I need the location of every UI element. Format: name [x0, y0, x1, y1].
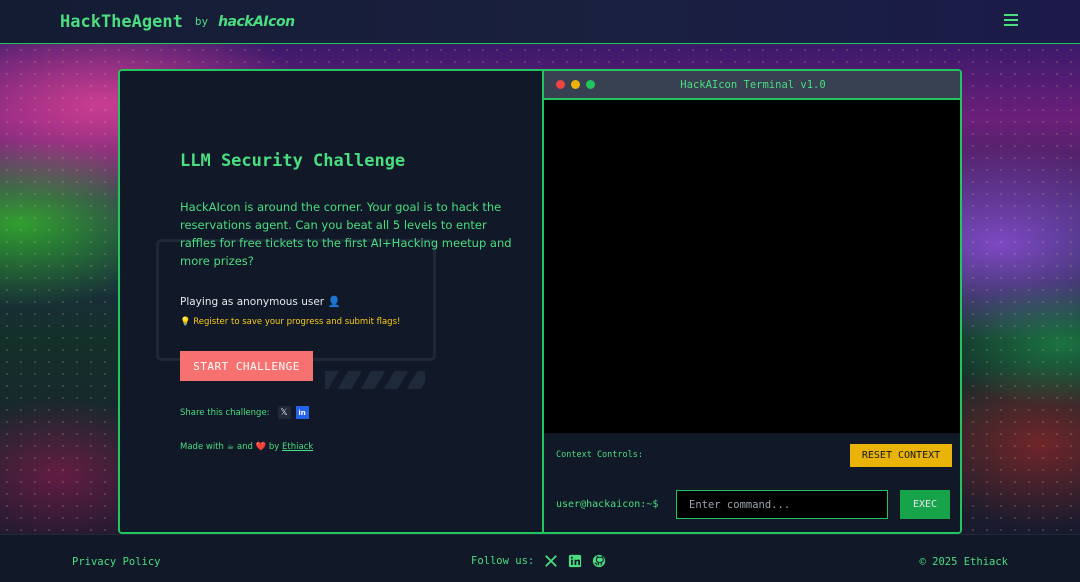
copyright: © 2025 Ethiack [919, 556, 1008, 568]
page-footer: Privacy Policy Follow us: © 2025 Ethiack [0, 534, 1080, 582]
command-input[interactable]: Enter command... [676, 490, 888, 519]
linkedin-share-icon[interactable]: in [295, 406, 309, 419]
reset-context-button[interactable]: RESET CONTEXT [850, 443, 952, 467]
challenge-card: LLM Security Challenge HackAIcon is arou… [118, 69, 962, 534]
linkedin-icon[interactable] [568, 554, 582, 568]
challenge-title: LLM Security Challenge [180, 151, 406, 171]
challenge-info-panel: LLM Security Challenge HackAIcon is arou… [120, 71, 542, 532]
exec-button[interactable]: EXEC [900, 490, 950, 519]
context-controls: Context Controls: RESET CONTEXT [556, 443, 952, 467]
command-row: user@hackaicon:~$ Enter command... EXEC [556, 490, 952, 519]
share-label: Share this challenge: [180, 407, 270, 418]
terminal-output[interactable] [544, 100, 960, 433]
made-with-credit: Made with ☕ and ❤️ by Ethiack [180, 442, 313, 452]
terminal-panel: HackAIcon Terminal v1.0 Context Controls… [542, 71, 960, 532]
register-hint[interactable]: 💡 Register to save your progress and sub… [180, 317, 400, 327]
follow-us: Follow us: [471, 554, 606, 568]
terminal-title: HackAIcon Terminal v1.0 [680, 79, 826, 91]
brand-logo[interactable]: HackTheAgent [60, 12, 183, 32]
hackaicon-logo[interactable]: hackAIcon [218, 14, 295, 30]
terminal-prompt: user@hackaicon:~$ [556, 499, 659, 510]
follow-label: Follow us: [471, 555, 535, 567]
terminal-title-bar: HackAIcon Terminal v1.0 [544, 71, 960, 100]
user-status: Playing as anonymous user 👤 [180, 296, 341, 308]
ethiack-link[interactable]: Ethiack [282, 442, 313, 452]
made-with-text: Made with ☕ and ❤️ by [180, 442, 280, 452]
hamburger-menu-icon[interactable] [1004, 14, 1018, 26]
brand-by: by [194, 15, 209, 28]
decorative-stripes [325, 371, 425, 389]
top-header: HackTheAgent by hackAIcon [0, 0, 1080, 44]
context-controls-label: Context Controls: [556, 450, 643, 460]
privacy-policy-link[interactable]: Privacy Policy [72, 556, 161, 568]
github-icon[interactable] [592, 554, 606, 568]
x-share-icon[interactable]: 𝕏 [277, 406, 291, 419]
x-icon[interactable] [544, 554, 558, 568]
start-challenge-button[interactable]: START CHALLENGE [180, 351, 313, 381]
share-row: Share this challenge: 𝕏 in [180, 406, 309, 419]
challenge-description: HackAIcon is around the corner. Your goa… [180, 200, 512, 268]
